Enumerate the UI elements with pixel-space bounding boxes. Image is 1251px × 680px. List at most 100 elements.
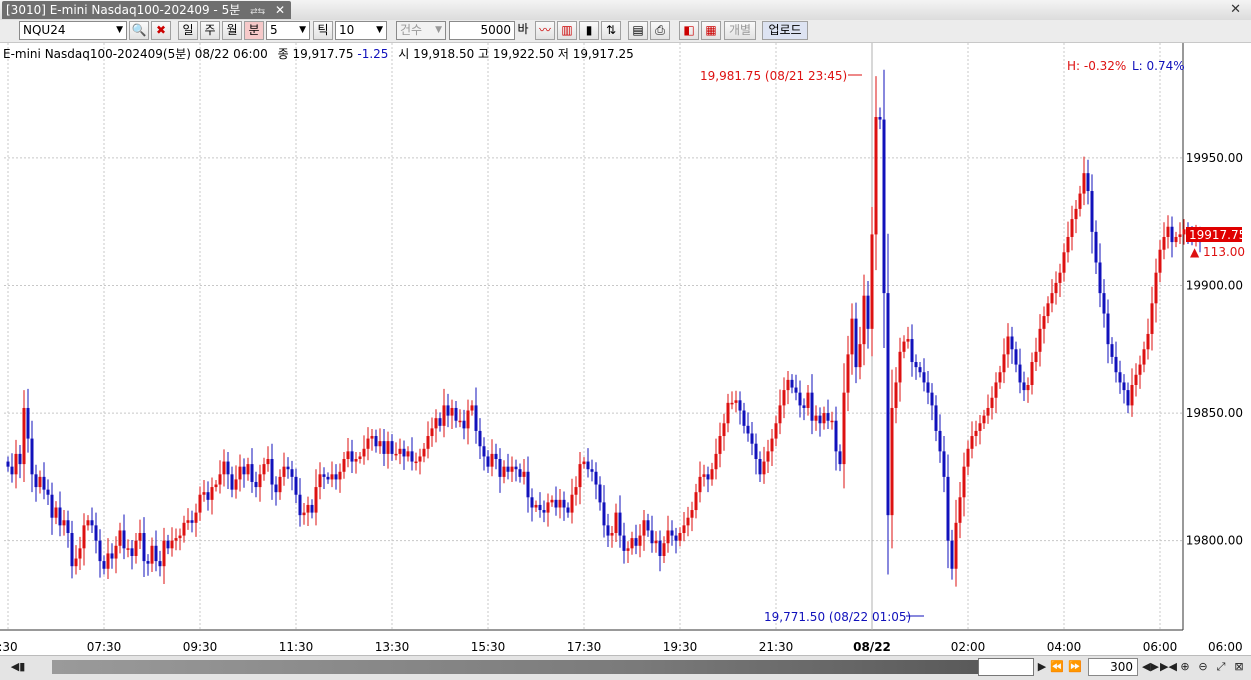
change-value: -1.25	[357, 47, 388, 61]
bar-count-input[interactable]: 5000	[449, 21, 515, 40]
candle-body	[746, 425, 750, 434]
crosshair-icon[interactable]: ⊕	[1178, 659, 1192, 675]
chart-tab[interactable]: [3010] E-mini Nasdaq100-202409 - 5분 ⇄⇆ ✕	[2, 1, 292, 19]
candle-body	[6, 461, 10, 467]
candle-body	[386, 441, 390, 454]
interval-value: 5	[270, 23, 278, 37]
candle-body	[930, 392, 934, 406]
candle-body	[890, 407, 894, 516]
period-month-button[interactable]: 월	[222, 21, 242, 40]
rewind-icon[interactable]: ⏪	[1050, 659, 1064, 675]
candle-body	[610, 533, 614, 536]
candle-body	[434, 418, 438, 429]
candle-body	[398, 448, 402, 454]
history-scroll-track[interactable]	[52, 660, 1027, 674]
individual-button[interactable]: 개별	[724, 21, 756, 40]
period-week-button[interactable]: 주	[200, 21, 220, 40]
candle-body	[290, 469, 294, 477]
line-chart-icon[interactable]: 〰	[535, 21, 555, 40]
candle-body	[1126, 390, 1130, 406]
candle-body	[822, 413, 826, 424]
remove-search-icon[interactable]: ✖	[151, 21, 171, 40]
candle-body	[346, 451, 350, 460]
updown-icon[interactable]: ⇅	[601, 21, 621, 40]
forward-icon[interactable]: ⏩	[1068, 659, 1082, 675]
candle-body	[438, 418, 442, 426]
scroll-left-icon[interactable]: ◀▮	[3, 659, 33, 675]
search-icon[interactable]: 🔍	[129, 21, 149, 40]
period-minute-button[interactable]: 분	[244, 21, 264, 40]
candle-body	[918, 367, 922, 373]
candle-body	[834, 420, 838, 452]
candle-body	[622, 535, 626, 551]
upload-button[interactable]: 업로드	[762, 21, 808, 40]
candle-body	[178, 535, 182, 539]
candle-body	[1074, 208, 1078, 220]
bar-chart-icon[interactable]: ▮	[579, 21, 599, 40]
y-tick-label: 19800.00	[1186, 534, 1243, 548]
candle-body	[558, 499, 562, 508]
candle-body	[894, 382, 898, 408]
reset-icon[interactable]: ⊠	[1232, 659, 1246, 675]
candle-body	[486, 456, 490, 467]
candle-body	[90, 520, 94, 526]
candlestick-chart[interactable]: 19800.00 19850.00 19900.00 19950.00:30 07:30…	[0, 43, 1251, 655]
scroll-right-icon[interactable]: ▶	[1036, 659, 1048, 675]
candle-body	[1030, 362, 1034, 385]
candle-body	[1106, 313, 1110, 345]
candle-body	[498, 459, 502, 477]
period-day-button[interactable]: 일	[178, 21, 198, 40]
window-close-icon[interactable]: ✕	[1230, 2, 1241, 17]
axis-right-time: 06:00	[1208, 640, 1243, 654]
tab-close-icon[interactable]: ✕	[275, 3, 285, 17]
candle-body	[158, 561, 162, 567]
shrink-icon[interactable]: ▶◀	[1160, 659, 1177, 675]
candle-body	[390, 441, 394, 454]
candle-body	[626, 548, 630, 551]
document-icon[interactable]: ▤	[628, 21, 648, 40]
scroll-thumb[interactable]	[978, 658, 1034, 676]
candle-body	[322, 474, 326, 477]
candle-body	[1022, 382, 1026, 391]
candle-body	[1122, 382, 1126, 391]
candle-body	[430, 428, 434, 437]
interval-select[interactable]: 5 ▼	[266, 21, 310, 40]
indicator-icon[interactable]: ◧	[679, 21, 699, 40]
candle-body	[462, 420, 466, 429]
candle-body	[1138, 364, 1142, 375]
low-marker-label: 19,771.50 (08/22 01:05)	[764, 610, 911, 624]
candle-chart-icon[interactable]: ▥	[557, 21, 577, 40]
tick-select[interactable]: 10 ▼	[335, 21, 387, 40]
candle-body	[238, 466, 242, 480]
candle-body	[370, 436, 374, 439]
candle-body	[922, 372, 926, 383]
tick-button[interactable]: 틱	[313, 21, 333, 40]
candle-body	[838, 451, 842, 465]
x-tick-label: 04:00	[1047, 640, 1082, 654]
candle-body	[666, 530, 670, 544]
print-icon[interactable]: ⎙	[650, 21, 670, 40]
candle-body	[690, 510, 694, 518]
symbol-select[interactable]: NQU24 ▼	[19, 21, 127, 40]
expand-icon[interactable]: ◀▶	[1142, 659, 1159, 675]
candle-body	[1174, 236, 1178, 243]
table-icon[interactable]: ▦	[701, 21, 721, 40]
candle-body	[566, 507, 570, 513]
chart-area[interactable]: 19800.00 19850.00 19900.00 19950.00:30 07:30…	[0, 43, 1251, 655]
fit-icon[interactable]: ⤢	[1214, 659, 1228, 675]
candle-body	[1010, 336, 1014, 350]
candle-body	[754, 443, 758, 460]
candle-body	[590, 469, 594, 472]
candle-body	[226, 461, 230, 475]
link-icon[interactable]: ⇄⇆	[250, 7, 265, 17]
candle-body	[186, 520, 190, 523]
candle-body	[102, 561, 106, 569]
zoom-out-icon[interactable]: ⊖	[1196, 659, 1210, 675]
candle-body	[46, 489, 50, 495]
candle-body	[1002, 354, 1006, 373]
candle-body	[318, 474, 322, 488]
candle-body	[562, 499, 566, 508]
zoom-input[interactable]: 300	[1088, 658, 1138, 676]
count-select[interactable]: 건수 ▼	[396, 21, 446, 40]
plot-background	[0, 43, 1251, 655]
